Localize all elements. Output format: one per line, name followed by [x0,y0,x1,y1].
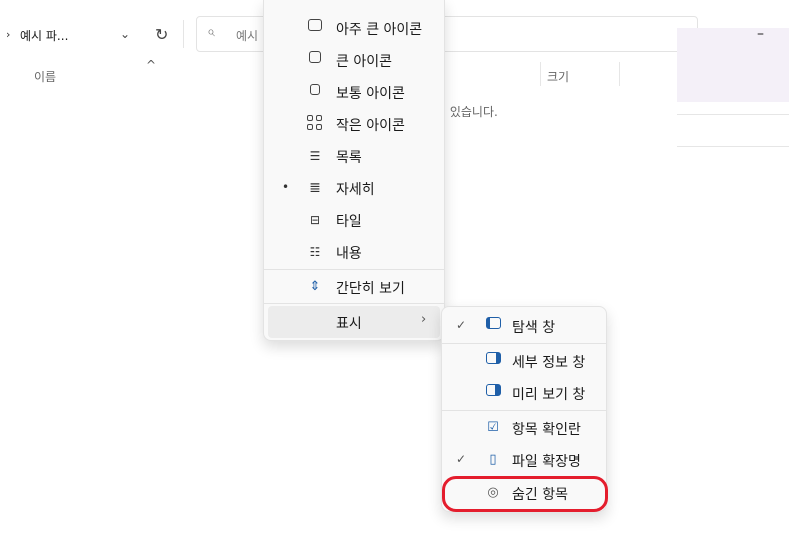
compact-view-icon: ⇕ [309,279,321,294]
menu-item-list[interactable]: ☰ 목록 [264,140,444,172]
large-icons-icon [306,51,324,69]
selected-bullet: • [282,180,290,194]
menu-item-show[interactable]: 표시 › [268,306,440,338]
breadcrumb-chevron-icon[interactable]: › [6,28,10,41]
pane-divider [677,114,789,115]
extra-large-icons-icon [306,19,324,37]
checkmark-icon: ✓ [456,318,467,332]
menu-item-details[interactable]: • ≣ 자세히 [264,172,444,204]
column-header-name[interactable]: 이름 [34,68,56,85]
menu-separator [264,303,444,304]
submenu-item-item-checkboxes[interactable]: ☑ 항목 확인란 [442,412,606,444]
submenu-separator [442,410,606,411]
checkmark-icon: ✓ [456,452,467,466]
item-checkboxes-icon: ☑ [487,420,499,435]
menu-separator [264,269,444,270]
menu-item-extra-large-icons[interactable]: 아주 큰 아이콘 [264,12,444,44]
column-separator[interactable] [619,62,620,86]
toolbar-divider [183,20,184,48]
breadcrumb-current-folder[interactable]: 예시 파... [20,27,68,44]
list-icon: ☰ [309,149,321,163]
menu-item-compact-view[interactable]: ⇕ 간단히 보기 [264,271,444,303]
minimize-icon[interactable]: – [757,26,764,42]
column-header-size[interactable]: 크기 [547,68,569,85]
content-icon: ☷ [309,245,321,259]
submenu-item-details-pane[interactable]: 세부 정보 창 [442,345,606,377]
submenu-item-navigation-pane[interactable]: ✓ 탐색 창 [442,310,606,342]
menu-item-medium-icons[interactable]: 보통 아이콘 [264,76,444,108]
highlight-ring [442,476,608,512]
small-icons-icon [306,115,324,133]
sort-ascending-icon: ^ [146,58,157,72]
refresh-icon[interactable]: ↻ [155,25,168,44]
navigation-pane-icon [484,317,502,335]
submenu-item-preview-pane[interactable]: 미리 보기 창 [442,377,606,409]
pane-divider [677,146,789,147]
submenu-item-file-extensions[interactable]: ✓ ▯ 파일 확장명 [442,444,606,476]
file-extensions-icon: ▯ [489,452,497,467]
tiles-icon: ⊟ [309,213,321,227]
menu-item-small-icons[interactable]: 작은 아이콘 [264,108,444,140]
search-icon: ⌕ [207,24,215,40]
submenu-separator [442,343,606,344]
chevron-right-icon: › [421,312,427,327]
menu-item-content[interactable]: ☷ 내용 [264,236,444,268]
details-pane-header [677,28,789,102]
breadcrumb-dropdown-icon[interactable]: ⌄ [120,27,130,41]
details-pane-icon [484,352,502,370]
column-separator[interactable] [540,62,541,86]
details-icon: ≣ [309,180,321,196]
view-menu: 아주 큰 아이콘 큰 아이콘 보통 아이콘 작은 아이콘 ☰ 목록 • ≣ 자세… [263,0,445,341]
menu-item-tiles[interactable]: ⊟ 타일 [264,204,444,236]
search-placeholder: 예시 [236,29,259,43]
menu-item-large-icons[interactable]: 큰 아이콘 [264,44,444,76]
medium-icons-icon [306,83,324,101]
preview-pane-icon [484,384,502,402]
